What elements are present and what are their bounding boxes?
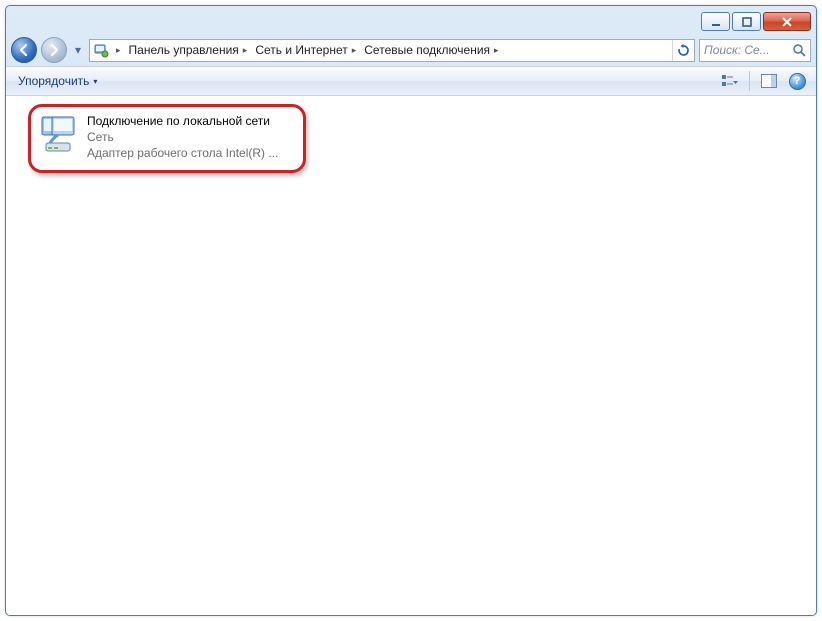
- breadcrumb[interactable]: ▸ Панель управления ▸ Сеть и Интернет ▸ …: [89, 39, 695, 62]
- minimize-button[interactable]: [701, 12, 730, 31]
- organize-button[interactable]: Упорядочить ▾: [14, 72, 101, 90]
- preview-pane-icon: [761, 74, 777, 88]
- search-placeholder: Поиск: Се...: [704, 43, 789, 57]
- connection-title: Подключение по локальной сети: [87, 113, 278, 129]
- arrow-left-icon: [17, 43, 31, 57]
- history-dropdown-button[interactable]: ▾: [71, 40, 85, 60]
- breadcrumb-label: Сетевые подключения: [364, 43, 490, 57]
- preview-pane-button[interactable]: [758, 70, 780, 92]
- maximize-button[interactable]: [732, 12, 761, 31]
- view-tiles-icon: [722, 74, 739, 89]
- refresh-button[interactable]: [672, 40, 694, 61]
- help-button[interactable]: ?: [786, 70, 808, 92]
- maximize-icon: [742, 17, 752, 27]
- breadcrumb-label: Сеть и Интернет: [255, 43, 347, 57]
- network-connection-item[interactable]: Подключение по локальной сети Сеть Адапт…: [28, 104, 306, 173]
- titlebar[interactable]: [6, 6, 816, 34]
- view-options-button[interactable]: [719, 70, 741, 92]
- toolbar: Упорядочить ▾ ?: [6, 66, 816, 96]
- help-icon: ?: [789, 73, 806, 90]
- chevron-right-icon: ▸: [243, 45, 248, 56]
- arrow-right-icon: [47, 43, 61, 57]
- divider: [749, 71, 750, 91]
- lan-connection-icon: [37, 115, 79, 162]
- chevron-right-icon: ▸: [352, 45, 357, 56]
- connection-details: Подключение по локальной сети Сеть Адапт…: [87, 113, 278, 162]
- chevron-down-icon: ▾: [93, 77, 97, 86]
- search-icon: [793, 44, 806, 57]
- search-input[interactable]: Поиск: Се...: [699, 39, 811, 62]
- network-folder-icon: [93, 42, 109, 58]
- breadcrumb-item-control-panel[interactable]: Панель управления ▸: [125, 40, 252, 61]
- close-icon: [781, 17, 793, 27]
- breadcrumb-root-chevron[interactable]: ▸: [112, 40, 125, 61]
- navbar: ▾ ▸ Панель управления ▸ Сеть и Интернет …: [6, 34, 816, 66]
- back-button[interactable]: [11, 37, 37, 63]
- minimize-icon: [711, 17, 721, 27]
- forward-button[interactable]: [41, 37, 67, 63]
- breadcrumb-item-network-connections[interactable]: Сетевые подключения ▸: [360, 40, 502, 61]
- chevron-down-icon: ▾: [75, 43, 81, 57]
- explorer-window: ▾ ▸ Панель управления ▸ Сеть и Интернет …: [5, 5, 817, 616]
- content-area[interactable]: Подключение по локальной сети Сеть Адапт…: [6, 96, 816, 615]
- refresh-icon: [677, 44, 690, 57]
- close-button[interactable]: [763, 12, 811, 31]
- connection-status: Сеть: [87, 129, 278, 145]
- location-icon: [90, 40, 112, 61]
- chevron-right-icon: ▸: [116, 45, 121, 56]
- breadcrumb-item-network-internet[interactable]: Сеть и Интернет ▸: [251, 40, 360, 61]
- chevron-right-icon: ▸: [494, 45, 499, 56]
- breadcrumb-label: Панель управления: [129, 43, 239, 57]
- organize-label: Упорядочить: [18, 74, 89, 88]
- connection-device: Адаптер рабочего стола Intel(R) ...: [87, 145, 278, 161]
